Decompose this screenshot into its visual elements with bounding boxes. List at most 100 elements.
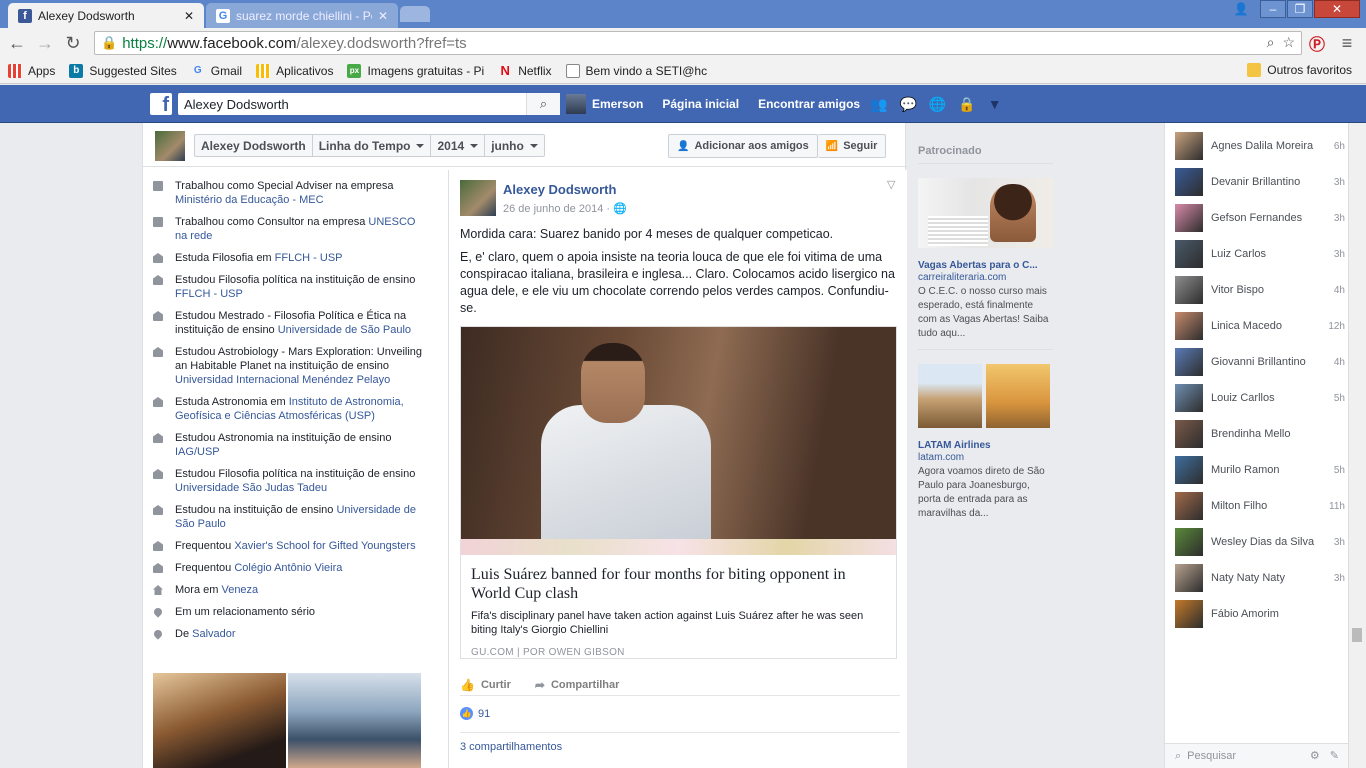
find-friends-link[interactable]: Encontrar amigos	[758, 97, 860, 111]
chat-friend[interactable]: Agnes Dalila Moreira 6h	[1175, 131, 1345, 161]
about-link[interactable]: FFLCH - USP	[275, 252, 343, 264]
profile-link[interactable]: Emerson	[592, 97, 643, 111]
forward-icon[interactable]: →	[34, 32, 56, 54]
post-author[interactable]: Alexey Dodsworth	[503, 182, 616, 197]
photo[interactable]	[153, 673, 286, 768]
back-icon[interactable]: ←	[6, 32, 28, 54]
chat-friend[interactable]: Brendinha Mello	[1175, 419, 1345, 449]
notifications-globe-icon[interactable]: 🌐	[929, 96, 946, 113]
other-bookmarks[interactable]: Outros favoritos	[1247, 63, 1352, 77]
like-button[interactable]: 👍 Curtir	[460, 678, 511, 692]
gear-icon[interactable]: ⚙	[1310, 749, 1320, 762]
account-menu-icon[interactable]: ▼	[988, 96, 1002, 113]
chat-friend[interactable]: Luiz Carlos 3h	[1175, 239, 1345, 269]
about-link[interactable]: FFLCH - USP	[175, 288, 243, 300]
close-tab-icon[interactable]: ✕	[184, 9, 194, 23]
chat-friend[interactable]: Linica Macedo 12h	[1175, 311, 1345, 341]
bookmark-seti[interactable]: Bem vindo a SETI@hc	[565, 63, 707, 78]
shares-count[interactable]: 3 compartilhamentos	[460, 732, 900, 753]
bookmark-star-icon[interactable]: ☆	[1282, 34, 1295, 51]
browser-tab-active[interactable]: f Alexey Dodsworth ✕	[8, 3, 204, 28]
ad-image[interactable]	[986, 364, 1050, 428]
scrollbar-thumb[interactable]	[1352, 628, 1362, 642]
share-button[interactable]: ➦ Compartilhar	[535, 678, 620, 692]
search-icon[interactable]: ⌕	[526, 93, 560, 115]
zoom-icon[interactable]: ⌕	[1267, 34, 1275, 51]
ad-image[interactable]	[918, 364, 982, 428]
about-link[interactable]: Universidad Internacional Menéndez Pelay…	[175, 374, 390, 386]
post-options-icon[interactable]: ▽	[887, 178, 895, 191]
page-icon	[565, 63, 580, 78]
post-date[interactable]: 26 de junho de 2014 · 🌐	[503, 202, 627, 215]
about-link[interactable]: Xavier's School for Gifted Youngsters	[234, 540, 415, 552]
about-label: Estudou Astronomia na instituição de ens…	[175, 432, 392, 444]
chat-search[interactable]: ⌕ Pesquisar ⚙ ✎	[1165, 743, 1349, 768]
privacy-lock-icon[interactable]: 🔒	[958, 96, 975, 113]
chat-friend[interactable]: Fábio Amorim	[1175, 599, 1345, 629]
link-image[interactable]	[461, 327, 896, 555]
close-window-button[interactable]: ✕	[1314, 0, 1360, 18]
bookmark-netflix[interactable]: N Netflix	[498, 63, 551, 78]
bookmark-aplicativos[interactable]: Aplicativos	[256, 63, 333, 78]
profile-icon[interactable]: 👤	[1228, 0, 1254, 18]
link-title[interactable]: Luis Suárez banned for four months for b…	[471, 565, 886, 603]
add-friend-button[interactable]: 👤 Adicionar aos amigos	[668, 134, 818, 158]
home-link[interactable]: Página inicial	[662, 97, 739, 111]
reload-icon[interactable]: ↻	[62, 32, 84, 54]
pinterest-icon[interactable]: Ⓟ	[1306, 32, 1328, 54]
ad-url[interactable]: latam.com	[918, 452, 1053, 463]
search-input[interactable]	[178, 94, 526, 114]
ad-title[interactable]: LATAM Airlines	[918, 440, 1053, 451]
bookmark-suggested-sites[interactable]: b Suggested Sites	[69, 63, 177, 78]
chat-friend[interactable]: Giovanni Brillantino 4h	[1175, 347, 1345, 377]
bookmark-apps[interactable]: Apps	[8, 63, 55, 78]
maximize-button[interactable]: ❐	[1287, 0, 1313, 18]
pixabay-icon: px	[347, 63, 362, 78]
bookmark-gmail[interactable]: G Gmail	[191, 64, 242, 78]
about-link[interactable]: Universidade São Judas Tadeu	[175, 482, 327, 494]
chat-friend[interactable]: Milton Filho 11h	[1175, 491, 1345, 521]
profile-thumbnail[interactable]	[155, 131, 185, 161]
chat-friend[interactable]: Vitor Bispo 4h	[1175, 275, 1345, 305]
crumb-year[interactable]: 2014	[431, 135, 486, 156]
avatar[interactable]	[566, 94, 586, 114]
likes-count[interactable]: 👍 91	[460, 707, 490, 720]
ad-url[interactable]: carreiraliteraria.com	[918, 272, 1053, 283]
about-link[interactable]: Veneza	[221, 584, 258, 596]
about-item: Frequentou Xavier's School for Gifted Yo…	[153, 539, 425, 553]
photo[interactable]	[288, 673, 421, 768]
new-tab-button[interactable]	[400, 6, 430, 22]
crumb-month[interactable]: junho	[485, 135, 544, 156]
avatar[interactable]	[460, 180, 496, 216]
minimize-button[interactable]: –	[1260, 0, 1286, 18]
chat-friend[interactable]: Gefson Fernandes 3h	[1175, 203, 1345, 233]
about-link[interactable]: Universidade de São Paulo	[278, 324, 411, 336]
ad-image[interactable]	[918, 178, 1053, 248]
crumb-timeline[interactable]: Linha do Tempo	[313, 135, 432, 156]
about-text: Estudou Astronomia na instituição de ens…	[175, 431, 425, 459]
page-scrollbar[interactable]	[1348, 123, 1366, 768]
about-link[interactable]: Ministério da Educação - MEC	[175, 194, 324, 206]
crumb-profile[interactable]: Alexey Dodsworth	[195, 135, 313, 156]
link-preview[interactable]: Luis Suárez banned for four months for b…	[460, 326, 897, 659]
follow-button[interactable]: 📶 Seguir	[817, 134, 887, 158]
chat-friend[interactable]: Louiz Carllos 5h	[1175, 383, 1345, 413]
menu-icon[interactable]: ≡	[1336, 32, 1358, 54]
about-link[interactable]: Colégio Antônio Vieira	[234, 562, 342, 574]
chat-friend[interactable]: Wesley Dias da Silva 3h	[1175, 527, 1345, 557]
about-link[interactable]: Salvador	[192, 628, 235, 640]
messages-icon[interactable]: 💬	[899, 96, 916, 113]
chevron-down-icon	[416, 143, 425, 148]
compose-icon[interactable]: ✎	[1330, 749, 1339, 762]
chat-friend[interactable]: Naty Naty Naty 3h	[1175, 563, 1345, 593]
browser-tab[interactable]: G suarez morde chiellini - Pe ✕	[206, 3, 398, 28]
chat-friend[interactable]: Murilo Ramon 5h	[1175, 455, 1345, 485]
facebook-logo-icon[interactable]: f	[150, 93, 172, 115]
about-link[interactable]: IAG/USP	[175, 446, 220, 458]
friend-requests-icon[interactable]: 👥	[870, 96, 887, 113]
address-bar[interactable]: 🔒 https://www.facebook.com/alexey.dodswo…	[94, 31, 1302, 55]
close-tab-icon[interactable]: ✕	[378, 9, 388, 23]
chat-friend[interactable]: Devanir Brillantino 3h	[1175, 167, 1345, 197]
bookmark-pixabay[interactable]: px Imagens gratuitas - Pi	[347, 63, 484, 78]
ad-title[interactable]: Vagas Abertas para o C...	[918, 260, 1053, 271]
